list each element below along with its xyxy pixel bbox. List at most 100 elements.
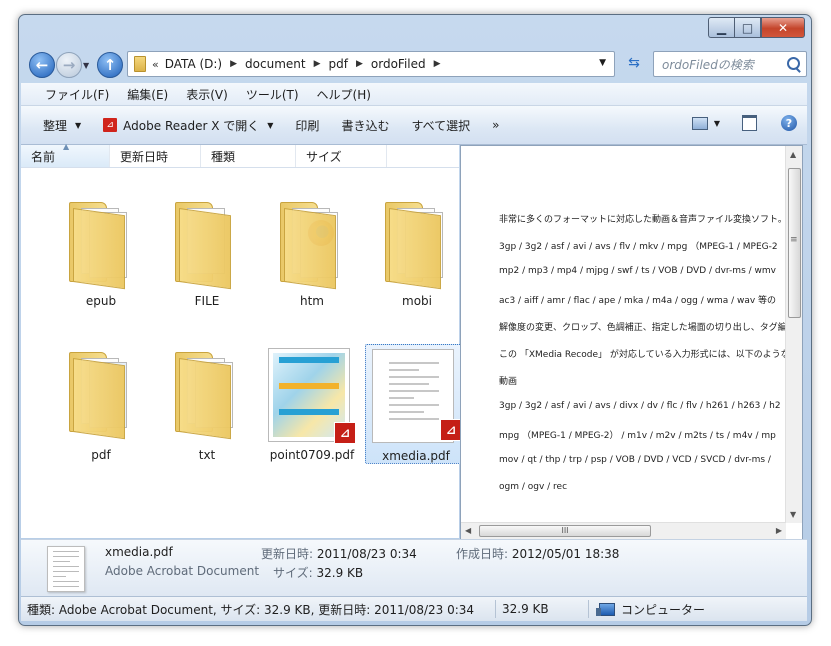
vertical-scrollbar[interactable]: ▲ ≡ ▼ [785, 146, 802, 523]
file-label: pdf [91, 448, 111, 462]
back-arrow-icon[interactable]: ← [29, 52, 55, 78]
menu-edit[interactable]: 編集(E) [127, 86, 168, 103]
horizontal-scroll-thumb[interactable]: III [479, 525, 651, 537]
file-point0709-pdf[interactable]: ⊿ point0709.pdf [262, 348, 362, 466]
scroll-right-icon[interactable]: ▶ [776, 526, 782, 535]
preview-line: ogm / ogv / rec [499, 482, 568, 492]
breadcrumb-pdf[interactable]: pdf [329, 57, 348, 71]
details-created-value: 2012/05/01 18:38 [511, 547, 620, 561]
preview-line: mov / qt / thp / trp / psp / VOB / DVD /… [499, 455, 771, 465]
adobe-pdf-icon: ⊿ [103, 118, 118, 132]
details-created-label: 作成日時: [456, 547, 509, 561]
menu-tools[interactable]: ツール(T) [246, 86, 299, 103]
preview-text: 非常に多くのフォーマットに対応した動画＆音声ファイル変換ソフト。 3gp / 3… [499, 212, 785, 509]
folder-icon [69, 348, 127, 440]
details-pane: xmedia.pdf Adobe Acrobat Document 更新日時: … [21, 539, 807, 596]
preview-pane-icon[interactable] [742, 115, 757, 131]
command-bar: 整理 ▼ ⊿ Adobe Reader X で開く ▼ 印刷 書き込む すべて選… [21, 106, 807, 145]
address-overflow[interactable]: « [152, 58, 159, 71]
breadcrumb-document[interactable]: document [245, 57, 306, 71]
folder-icon [385, 198, 443, 290]
column-size-label: サイズ [306, 149, 342, 164]
status-bar: 種類: Adobe Acrobat Document, サイズ: 32.9 KB… [21, 596, 807, 621]
folder-icon [134, 56, 146, 72]
more-commands-button[interactable]: » [492, 118, 499, 132]
chevron-down-icon[interactable]: ▼ [714, 119, 720, 128]
chevron-right-icon[interactable]: ▶ [356, 59, 363, 69]
folder-txt[interactable]: txt [157, 348, 257, 466]
scroll-left-icon[interactable]: ◀ [465, 526, 471, 535]
column-modified-label: 更新日時 [120, 149, 169, 164]
forward-arrow-icon[interactable]: → [56, 52, 82, 78]
menu-view[interactable]: 表示(V) [186, 86, 228, 103]
horizontal-scrollbar[interactable]: ◀ III ▶ [461, 522, 786, 539]
adobe-pdf-icon: ⊿ [440, 419, 462, 441]
close-icon[interactable]: ✕ [761, 17, 805, 38]
preview-line: 動画 [499, 377, 518, 387]
vertical-scroll-thumb[interactable]: ≡ [788, 168, 801, 318]
column-name-label: 名前 [31, 149, 56, 164]
search-input[interactable]: ordoFiledの検索 [653, 51, 807, 77]
open-with-button[interactable]: ⊿ Adobe Reader X で開く ▼ [103, 117, 273, 134]
folder-icon [69, 198, 127, 290]
minimize-icon[interactable]: ▁ [708, 17, 734, 38]
folder-epub[interactable]: epub [51, 198, 151, 316]
details-size-value: 32.9 KB [316, 566, 364, 580]
select-all-button[interactable]: すべて選択 [411, 117, 470, 134]
folder-pdf[interactable]: pdf [51, 348, 151, 466]
address-bar[interactable]: « DATA (D:) ▶ document ▶ pdf ▶ ordoFiled… [127, 51, 615, 77]
chevron-down-icon: ▼ [75, 120, 82, 130]
folder-mobi[interactable]: mobi [367, 198, 467, 316]
folder-icon [280, 198, 338, 290]
chevron-right-icon[interactable]: ▶ [314, 59, 321, 69]
organize-button[interactable]: 整理 ▼ [43, 117, 81, 134]
file-label: point0709.pdf [269, 448, 355, 462]
menu-file[interactable]: ファイル(F) [45, 86, 109, 103]
details-filename: xmedia.pdf [105, 545, 173, 559]
details-modified-value: 2011/08/23 0:34 [316, 547, 417, 561]
burn-button[interactable]: 書き込む [341, 117, 389, 134]
details-size: サイズ: 32.9 KB [273, 564, 363, 581]
chevron-down-icon[interactable]: ▼ [599, 58, 606, 68]
scroll-down-icon[interactable]: ▼ [790, 510, 796, 519]
change-view-icon[interactable] [691, 116, 708, 130]
column-headers: ▲ 名前 更新日時 種類 サイズ [21, 142, 459, 168]
adobe-pdf-icon: ⊿ [334, 422, 356, 444]
sort-ascending-icon: ▲ [63, 142, 70, 151]
preview-line: この 「XMedia Recode」 が対応している入力形式には、以下のような [499, 350, 785, 360]
preview-pane: 非常に多くのフォーマットに対応した動画＆音声ファイル変換ソフト。 3gp / 3… [460, 145, 803, 540]
pdf-thumbnail [47, 546, 85, 592]
breadcrumb-ordofiled[interactable]: ordoFiled [371, 57, 426, 71]
details-filetype: Adobe Acrobat Document [105, 564, 260, 578]
file-xmedia-pdf[interactable]: ⊿ xmedia.pdf [365, 344, 467, 464]
column-type[interactable]: 種類 [201, 145, 296, 167]
folder-htm[interactable]: htm [262, 198, 362, 316]
column-modified[interactable]: 更新日時 [110, 145, 201, 167]
file-label: mobi [402, 294, 432, 308]
refresh-icon[interactable]: ⇆ [623, 51, 645, 75]
status-size: 32.9 KB [502, 602, 549, 616]
recent-pages-chevron-icon[interactable]: ▼ [83, 61, 89, 70]
menu-help[interactable]: ヘルプ(H) [317, 86, 371, 103]
details-created: 作成日時: 2012/05/01 18:38 [456, 545, 619, 562]
chevron-right-icon[interactable]: ▶ [434, 59, 441, 69]
file-label: xmedia.pdf [382, 449, 450, 463]
scroll-up-icon[interactable]: ▲ [790, 150, 796, 159]
help-icon[interactable]: ? [781, 115, 797, 131]
folder-file[interactable]: FILE [157, 198, 257, 316]
up-arrow-icon[interactable]: ↑ [97, 52, 123, 78]
caption-buttons: ▁ □ ✕ [708, 17, 805, 38]
maximize-icon[interactable]: □ [734, 17, 761, 38]
file-label: txt [198, 448, 216, 462]
file-label: htm [300, 294, 324, 308]
explorer-window: ▁ □ ✕ ← → ▼ ↑ « DATA (D:) ▶ document ▶ p… [18, 14, 812, 626]
chevron-right-icon[interactable]: ▶ [230, 59, 237, 69]
folder-icon [175, 348, 233, 440]
column-name[interactable]: ▲ 名前 [21, 142, 110, 167]
print-button[interactable]: 印刷 [295, 117, 319, 134]
file-label: epub [85, 294, 117, 308]
breadcrumb-drive[interactable]: DATA (D:) [165, 57, 222, 71]
view-controls: ▼ ? [691, 115, 797, 131]
column-size[interactable]: サイズ [296, 145, 387, 167]
search-icon[interactable] [787, 57, 800, 70]
